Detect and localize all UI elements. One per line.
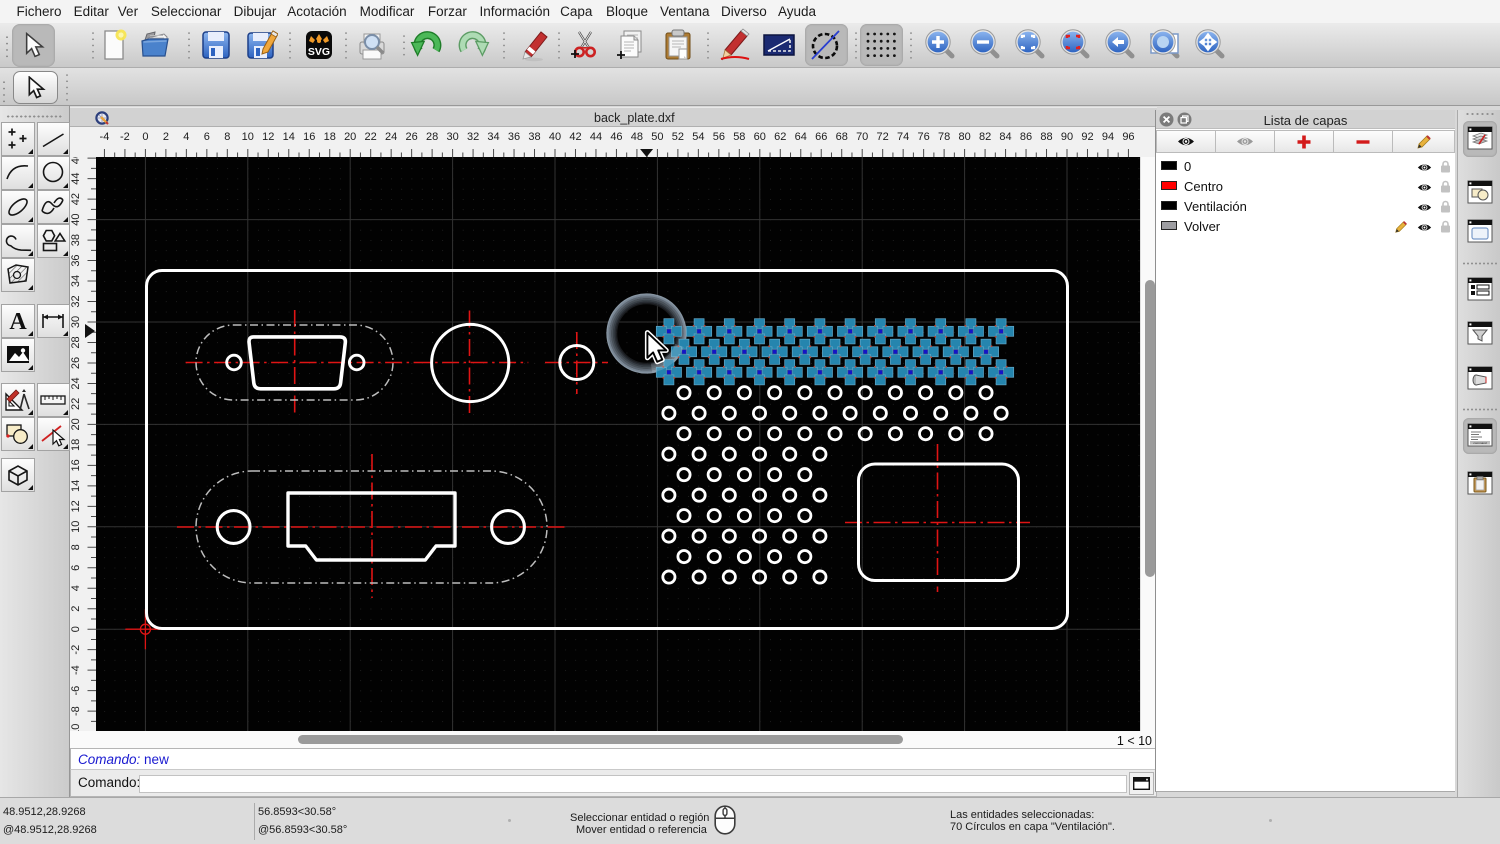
svg-text:SVG: SVG — [308, 46, 330, 58]
svg-text:44: 44 — [70, 173, 82, 185]
svg-text:28: 28 — [70, 336, 82, 348]
svg-text:32: 32 — [70, 295, 82, 307]
svg-text:12: 12 — [70, 500, 82, 512]
svg-text:command: command — [1473, 441, 1487, 445]
svg-text:46: 46 — [610, 131, 622, 143]
svg-text:74: 74 — [897, 131, 909, 143]
svg-text:10: 10 — [70, 521, 82, 533]
svg-text:22: 22 — [365, 131, 377, 143]
svg-text:-10: -10 — [70, 724, 82, 731]
svg-text:10: 10 — [242, 131, 254, 143]
svg-text:44: 44 — [590, 131, 602, 143]
svg-text:32: 32 — [467, 131, 479, 143]
svg-text:62: 62 — [774, 131, 786, 143]
svg-text:20: 20 — [70, 418, 82, 430]
svg-text:18: 18 — [324, 131, 336, 143]
svg-text:84: 84 — [999, 131, 1011, 143]
svg-text:96: 96 — [1122, 131, 1134, 143]
svg-text:-2: -2 — [70, 645, 82, 655]
svg-text:40: 40 — [70, 213, 82, 225]
svg-text:-4: -4 — [70, 665, 82, 675]
svg-text:20: 20 — [344, 131, 356, 143]
svg-text:46: 46 — [70, 157, 82, 164]
svg-text:36: 36 — [70, 254, 82, 266]
svg-text:60: 60 — [754, 131, 766, 143]
svg-text:26: 26 — [406, 131, 418, 143]
svg-text:90: 90 — [1061, 131, 1073, 143]
svg-text:28: 28 — [426, 131, 438, 143]
svg-text:4: 4 — [70, 585, 82, 591]
svg-text:82: 82 — [979, 131, 991, 143]
svg-text:38: 38 — [70, 234, 82, 246]
svg-text:24: 24 — [70, 377, 82, 389]
svg-text:94: 94 — [1102, 131, 1114, 143]
svg-text:68: 68 — [836, 131, 848, 143]
svg-text:58: 58 — [733, 131, 745, 143]
svg-text:64: 64 — [795, 131, 807, 143]
svg-text:52: 52 — [672, 131, 684, 143]
svg-text:48: 48 — [631, 131, 643, 143]
svg-text:0: 0 — [70, 626, 82, 632]
svg-text:70: 70 — [856, 131, 868, 143]
svg-text:6: 6 — [204, 131, 210, 143]
svg-text:50: 50 — [651, 131, 663, 143]
svg-text:18: 18 — [70, 439, 82, 451]
svg-text:16: 16 — [303, 131, 315, 143]
svg-text:24: 24 — [385, 131, 397, 143]
svg-text:80: 80 — [958, 131, 970, 143]
svg-text:66: 66 — [815, 131, 827, 143]
svg-text:34: 34 — [70, 275, 82, 287]
svg-text:42: 42 — [70, 193, 82, 205]
svg-text:54: 54 — [692, 131, 704, 143]
svg-text:-2: -2 — [120, 131, 130, 143]
svg-text:72: 72 — [877, 131, 889, 143]
svg-text:76: 76 — [918, 131, 930, 143]
svg-text:16: 16 — [70, 459, 82, 471]
svg-text:78: 78 — [938, 131, 950, 143]
svg-text:92: 92 — [1081, 131, 1093, 143]
svg-text:0: 0 — [142, 131, 148, 143]
svg-text:88: 88 — [1040, 131, 1052, 143]
svg-text:26: 26 — [70, 357, 82, 369]
svg-text:2: 2 — [70, 606, 82, 612]
svg-text:14: 14 — [283, 131, 295, 143]
svg-text:38: 38 — [528, 131, 540, 143]
svg-text:2: 2 — [163, 131, 169, 143]
svg-text:34: 34 — [487, 131, 499, 143]
svg-text:6: 6 — [70, 565, 82, 571]
svg-text:12: 12 — [262, 131, 274, 143]
svg-text:-6: -6 — [70, 686, 82, 696]
svg-text:8: 8 — [224, 131, 230, 143]
svg-text:8: 8 — [70, 544, 82, 550]
svg-text:30: 30 — [70, 316, 82, 328]
svg-text:36: 36 — [508, 131, 520, 143]
svg-text:86: 86 — [1020, 131, 1032, 143]
svg-text:42: 42 — [569, 131, 581, 143]
svg-text:A: A — [9, 309, 27, 335]
svg-text:14: 14 — [70, 480, 82, 492]
svg-text:30: 30 — [446, 131, 458, 143]
svg-text:22: 22 — [70, 398, 82, 410]
svg-text:-8: -8 — [70, 706, 82, 716]
svg-text:-4: -4 — [100, 131, 110, 143]
svg-text:40: 40 — [549, 131, 561, 143]
svg-text:56: 56 — [713, 131, 725, 143]
svg-text:4: 4 — [183, 131, 189, 143]
